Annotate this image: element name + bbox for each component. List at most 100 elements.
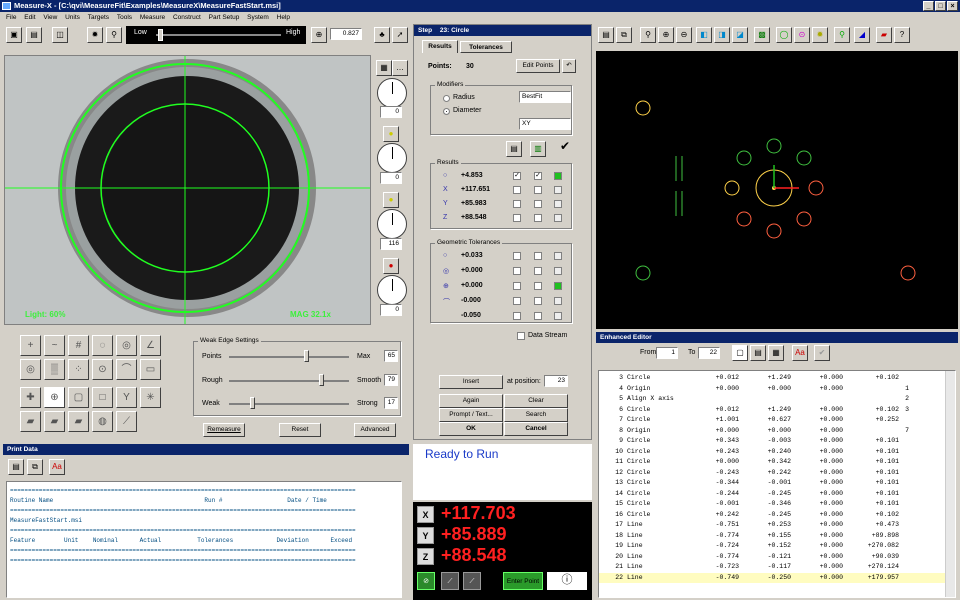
undo-icon[interactable]: ↶ [562,59,576,73]
editor-row[interactable]: 13 Circle -0.344 -0.001 +0.000 +0.101 [599,478,955,489]
ring-light-icon[interactable]: ● [383,126,399,142]
menu-file[interactable]: File [6,14,16,21]
video-icon[interactable]: ▣ [6,27,22,43]
result-check-a[interactable] [513,214,521,222]
tol-check-a[interactable] [513,252,521,260]
light-value-4[interactable]: 0 [380,304,402,316]
rough-slider[interactable] [229,380,349,382]
points-slider-thumb[interactable] [304,350,309,362]
editor-font-icon[interactable]: Aa [792,345,808,361]
feature-circle-icon[interactable]: ◯ [776,27,792,43]
editor-row[interactable]: 19 Line -0.724 +0.152 +0.000 +270.082 [599,541,955,552]
menu-help[interactable]: Help [277,14,290,21]
search-feature-icon[interactable]: ⚲ [834,27,850,43]
blob-tool-icon[interactable]: ◍ [92,411,113,432]
menu-units[interactable]: Units [65,14,80,21]
font-icon[interactable]: Aa [49,459,65,475]
editor-row[interactable]: 7 Circle +1.001 +0.627 +0.000 +0.252 [599,415,955,426]
editor-row[interactable]: 11 Circle +0.000 +0.342 +0.000 +0.101 [599,457,955,468]
result-check-b[interactable] [534,186,542,194]
editor-row[interactable]: 8 Origin +0.000 +0.000 +0.000 7 [599,426,955,437]
cross-tool-icon[interactable]: ✚ [20,387,41,408]
book-icon[interactable]: ▰ [876,27,892,43]
plane-select[interactable]: XY [519,118,571,130]
editor-check-icon[interactable]: ✔ [814,345,830,361]
zoom-out-icon[interactable]: ⚲ [106,27,122,43]
search-button[interactable]: Search [504,408,568,422]
light-value-2[interactable]: 0 [380,172,402,184]
chart-icon[interactable]: ▥ [530,141,546,157]
view-top-icon[interactable]: ◨ [714,27,730,43]
feature-select-icon[interactable]: ⊙ [794,27,810,43]
view-front-icon[interactable]: ◧ [696,27,712,43]
menu-construct[interactable]: Construct [173,14,201,21]
frame-tool-icon[interactable]: □ [92,387,113,408]
menu-part-setup[interactable]: Part Setup [209,14,240,21]
tol-check-a[interactable] [513,297,521,305]
backlight-icon[interactable]: ● [383,258,399,274]
zoom-window-icon[interactable]: ⚲ [640,27,656,43]
editor-row[interactable]: 14 Circle -0.244 -0.245 +0.000 +0.101 [599,489,955,500]
remeasure-button[interactable]: Remeasure [203,423,245,437]
editor-row[interactable]: 5 Align X axis 2 [599,394,955,405]
points-value[interactable]: 65 [384,350,398,362]
print-data-output[interactable]: ========================================… [6,481,402,598]
light-value-3[interactable]: 116 [380,238,402,250]
result-check-a[interactable] [513,186,521,194]
advanced-button[interactable]: Advanced [354,423,396,437]
rough-slider-thumb[interactable] [319,374,324,386]
square-tool-icon[interactable]: ▢ [68,387,89,408]
tol-check-a[interactable] [513,267,521,275]
prompt-text-button[interactable]: Prompt / Text... [439,408,503,422]
result-check-b[interactable] [534,214,542,222]
light-slider[interactable]: Low High [126,26,306,44]
graphics-copy-icon[interactable]: ⧉ [616,27,632,43]
image-tool-2-icon[interactable]: ▰ [44,411,65,432]
ok-button[interactable]: OK [439,422,503,436]
view-single-icon[interactable]: ▢ [732,345,748,361]
point-circle-tool-icon[interactable]: ⊙ [92,359,113,380]
editor-row[interactable]: 3 Circle +0.012 +1.249 +0.000 +0.102 [599,373,955,384]
info-icon[interactable]: ⓘ [547,572,587,590]
editor-row[interactable]: 9 Circle +0.343 -0.003 +0.000 +0.101 [599,436,955,447]
menu-edit[interactable]: Edit [24,14,35,21]
tol-check-a[interactable] [513,312,521,320]
light-value-1[interactable]: 0 [380,106,402,118]
zoom-in-icon[interactable]: ⊕ [311,27,327,43]
insert-button[interactable]: Insert [439,375,503,389]
rough-value[interactable]: 79 [384,374,398,386]
editor-scrollbar[interactable] [945,371,955,597]
coax-light-icon[interactable]: ● [383,192,399,208]
view-detail-icon[interactable]: ▦ [768,345,784,361]
editor-row[interactable]: 18 Line -0.774 +0.155 +0.000 +89.898 [599,531,955,542]
checkmark-icon[interactable]: ✔ [560,139,570,153]
filter-tool-icon[interactable]: Y [116,387,137,408]
probe-tool-icon[interactable]: ⟋ [116,411,137,432]
tol-check-b[interactable] [534,312,542,320]
scope-icon[interactable]: ▩ [754,27,770,43]
camera-view[interactable]: Light: 60% MAG 32.1x [4,55,371,325]
menu-system[interactable]: System [247,14,269,21]
target-icon[interactable]: ♣ [374,27,390,43]
arc-tool-icon[interactable]: ⌒ [116,359,137,380]
image-tool-1-icon[interactable]: ▰ [20,411,41,432]
weak-value[interactable]: 17 [384,397,398,409]
zoom-value-field[interactable]: 0.827 [330,28,362,40]
zoom-in-icon[interactable]: ⊕ [658,27,674,43]
editor-row[interactable]: 15 Circle -0.001 -0.346 +0.000 +0.101 [599,499,955,510]
crosshair-tool-icon[interactable]: + [20,335,41,356]
circle-selected-tool-icon[interactable]: ⊕ [44,387,65,408]
menu-measure[interactable]: Measure [140,14,165,21]
measure-icon[interactable]: ◢ [854,27,870,43]
edge-tool-icon[interactable]: ~ [44,335,65,356]
from-field[interactable]: 1 [656,347,678,359]
tol-check-b[interactable] [534,252,542,260]
tab-results[interactable]: Results [422,40,458,53]
light-knob-1[interactable] [377,78,407,108]
close-button[interactable]: × [947,1,958,11]
save-icon[interactable]: ▤ [26,27,42,43]
light-knob-3[interactable] [377,209,407,239]
slider-thumb[interactable] [158,29,163,41]
more-icon[interactable]: … [392,60,408,76]
result-check-b[interactable]: ✓ [534,172,542,180]
